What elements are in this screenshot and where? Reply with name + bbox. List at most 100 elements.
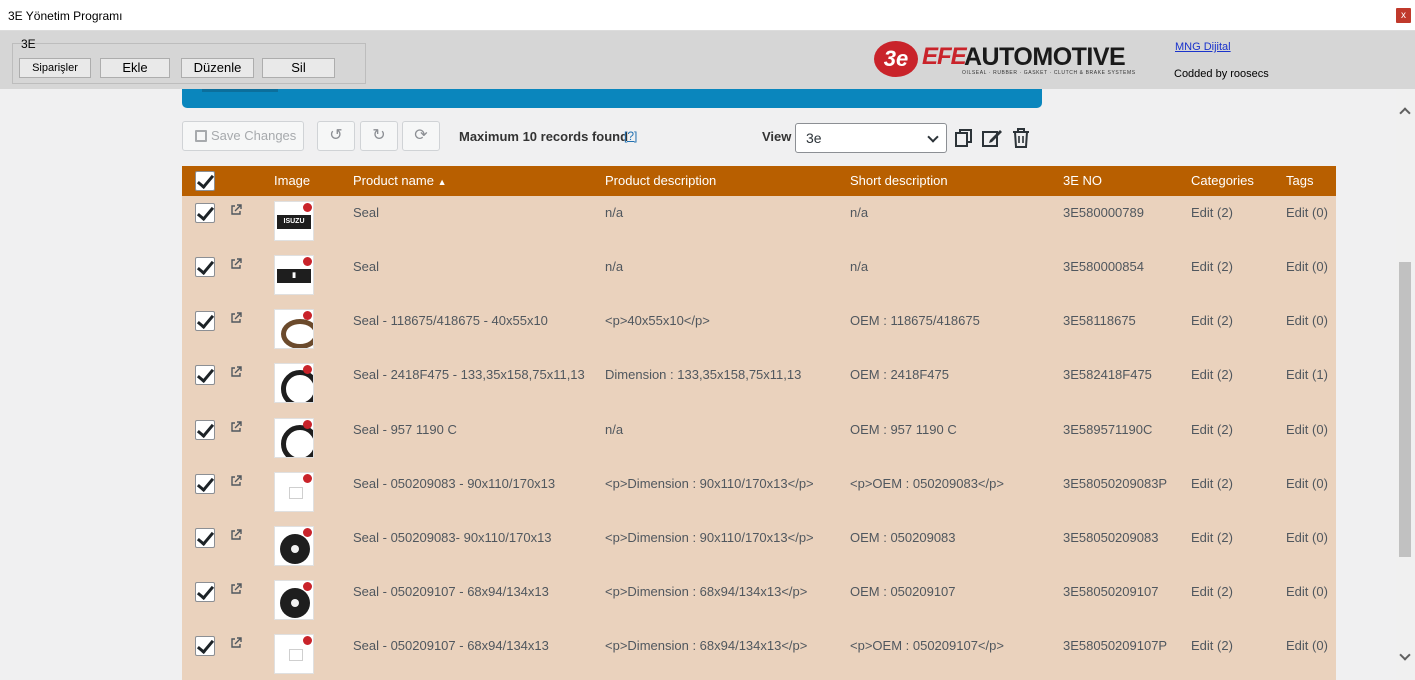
add-button[interactable]: Ekle: [100, 58, 170, 78]
categories-edit[interactable]: Edit (2): [1191, 476, 1233, 491]
scroll-thumb[interactable]: [1399, 262, 1411, 557]
row-checkbox[interactable]: [195, 365, 215, 385]
3e-number[interactable]: 3E58118675: [1063, 313, 1136, 328]
refresh-button[interactable]: ⟳: [402, 121, 440, 151]
categories-edit[interactable]: Edit (2): [1191, 259, 1233, 274]
row-checkbox[interactable]: [195, 420, 215, 440]
categories-edit[interactable]: Edit (2): [1191, 205, 1233, 220]
tags-edit[interactable]: Edit (0): [1286, 259, 1328, 274]
external-link-icon[interactable]: [230, 312, 242, 324]
save-changes-button[interactable]: Save Changes: [182, 121, 304, 151]
product-thumbnail[interactable]: ▮: [274, 255, 314, 295]
tags-edit[interactable]: Edit (0): [1286, 313, 1328, 328]
redo-button[interactable]: ↻: [360, 121, 398, 151]
vertical-scrollbar[interactable]: [1396, 89, 1415, 680]
row-checkbox[interactable]: [195, 311, 215, 331]
product-name[interactable]: Seal: [353, 259, 379, 274]
short-description[interactable]: OEM : 050209107: [850, 584, 956, 599]
product-description[interactable]: <p>Dimension : 68x94/134x13</p>: [605, 638, 807, 653]
short-description[interactable]: n/a: [850, 259, 868, 274]
copy-icon[interactable]: [953, 127, 975, 149]
categories-edit[interactable]: Edit (2): [1191, 367, 1233, 382]
external-link-icon[interactable]: [230, 529, 242, 541]
help-link[interactable]: [?]: [624, 129, 637, 143]
row-checkbox[interactable]: [195, 203, 215, 223]
row-checkbox[interactable]: [195, 257, 215, 277]
product-description[interactable]: <p>Dimension : 68x94/134x13</p>: [605, 584, 807, 599]
product-description[interactable]: <p>Dimension : 90x110/170x13</p>: [605, 476, 814, 491]
3e-number[interactable]: 3E58050209107P: [1063, 638, 1167, 653]
categories-edit[interactable]: Edit (2): [1191, 638, 1233, 653]
short-description[interactable]: OEM : 2418F475: [850, 367, 949, 382]
edit-button[interactable]: Düzenle: [181, 58, 254, 78]
select-all-checkbox[interactable]: [195, 171, 215, 191]
categories-edit[interactable]: Edit (2): [1191, 422, 1233, 437]
short-description[interactable]: <p>OEM : 050209107</p>: [850, 638, 1004, 653]
external-link-icon[interactable]: [230, 637, 242, 649]
product-name[interactable]: Seal - 2418F475 - 133,35x158,75x11,13: [353, 367, 585, 382]
product-thumbnail[interactable]: [274, 634, 314, 674]
header-3e-no[interactable]: 3E NO: [1063, 166, 1102, 196]
row-checkbox[interactable]: [195, 636, 215, 656]
tags-edit[interactable]: Edit (0): [1286, 530, 1328, 545]
header-categories[interactable]: Categories: [1191, 166, 1254, 196]
product-name[interactable]: Seal - 050209107 - 68x94/134x13: [353, 638, 549, 653]
header-product-description[interactable]: Product description: [605, 166, 716, 196]
product-name[interactable]: Seal - 050209083- 90x110/170x13: [353, 530, 552, 545]
product-name[interactable]: Seal - 957 1190 C: [353, 422, 457, 437]
external-link-icon[interactable]: [230, 421, 242, 433]
scroll-up-icon[interactable]: [1399, 107, 1411, 119]
short-description[interactable]: OEM : 118675/418675: [850, 313, 980, 328]
categories-edit[interactable]: Edit (2): [1191, 313, 1233, 328]
product-name[interactable]: Seal: [353, 205, 379, 220]
mng-dijital-link[interactable]: MNG Dijital: [1175, 41, 1231, 53]
tags-edit[interactable]: Edit (0): [1286, 422, 1328, 437]
product-description[interactable]: n/a: [605, 205, 623, 220]
header-tags[interactable]: Tags: [1286, 166, 1313, 196]
product-name[interactable]: Seal - 050209083 - 90x110/170x13: [353, 476, 555, 491]
tags-edit[interactable]: Edit (0): [1286, 476, 1328, 491]
row-checkbox[interactable]: [195, 474, 215, 494]
product-description[interactable]: <p>40x55x10</p>: [605, 313, 710, 328]
edit-icon[interactable]: [981, 127, 1003, 149]
tags-edit[interactable]: Edit (0): [1286, 584, 1328, 599]
row-checkbox[interactable]: [195, 582, 215, 602]
product-thumbnail[interactable]: [274, 418, 314, 458]
tags-edit[interactable]: Edit (0): [1286, 638, 1328, 653]
header-product-name[interactable]: Product name ▲: [353, 166, 446, 196]
product-thumbnail[interactable]: ISUZU: [274, 201, 314, 241]
close-button[interactable]: x: [1396, 8, 1411, 23]
product-name[interactable]: Seal - 050209107 - 68x94/134x13: [353, 584, 549, 599]
trash-icon[interactable]: [1010, 127, 1032, 149]
tags-edit[interactable]: Edit (0): [1286, 205, 1328, 220]
product-description[interactable]: <p>Dimension : 90x110/170x13</p>: [605, 530, 814, 545]
product-thumbnail[interactable]: [274, 472, 314, 512]
3e-number[interactable]: 3E580000854: [1063, 259, 1144, 274]
delete-button[interactable]: Sil: [262, 58, 335, 78]
categories-edit[interactable]: Edit (2): [1191, 530, 1233, 545]
external-link-icon[interactable]: [230, 204, 242, 216]
short-description[interactable]: OEM : 050209083: [850, 530, 956, 545]
product-thumbnail[interactable]: [274, 526, 314, 566]
row-checkbox[interactable]: [195, 528, 215, 548]
external-link-icon[interactable]: [230, 475, 242, 487]
3e-number[interactable]: 3E582418F475: [1063, 367, 1152, 382]
product-thumbnail[interactable]: [274, 363, 314, 403]
categories-edit[interactable]: Edit (2): [1191, 584, 1233, 599]
external-link-icon[interactable]: [230, 583, 242, 595]
tags-edit[interactable]: Edit (1): [1286, 367, 1328, 382]
scroll-down-icon[interactable]: [1399, 649, 1411, 661]
product-thumbnail[interactable]: [274, 309, 314, 349]
product-description[interactable]: n/a: [605, 422, 623, 437]
3e-number[interactable]: 3E589571190C: [1063, 422, 1152, 437]
3e-number[interactable]: 3E580000789: [1063, 205, 1144, 220]
3e-number[interactable]: 3E58050209083P: [1063, 476, 1167, 491]
product-thumbnail[interactable]: [274, 580, 314, 620]
external-link-icon[interactable]: [230, 258, 242, 270]
3e-number[interactable]: 3E58050209083: [1063, 530, 1158, 545]
short-description[interactable]: n/a: [850, 205, 868, 220]
3e-number[interactable]: 3E58050209107: [1063, 584, 1158, 599]
product-description[interactable]: Dimension : 133,35x158,75x11,13: [605, 367, 801, 382]
orders-button[interactable]: Siparişler: [19, 58, 91, 78]
short-description[interactable]: OEM : 957 1190 C: [850, 422, 957, 437]
